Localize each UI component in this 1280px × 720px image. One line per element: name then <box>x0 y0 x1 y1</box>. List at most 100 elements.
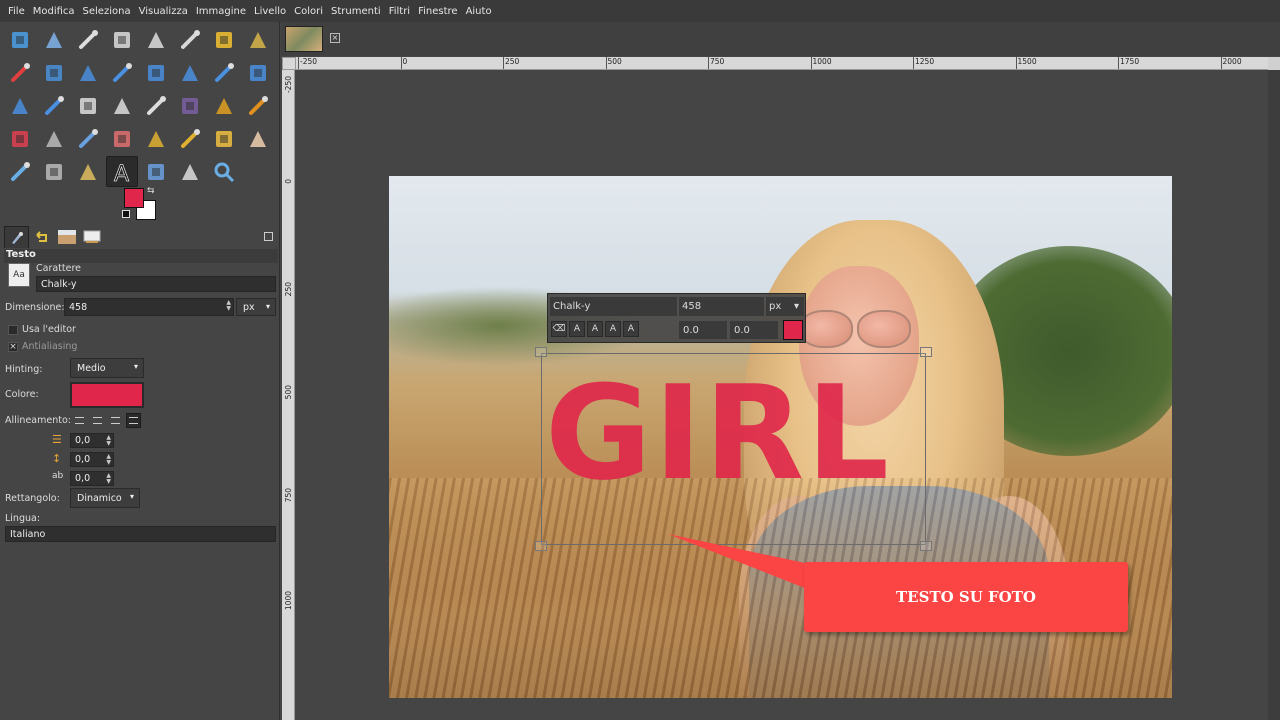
italic-icon[interactable]: A <box>587 321 603 337</box>
resize-handle-top-right[interactable] <box>920 347 932 357</box>
ctb-baseline-field[interactable]: 0.0 <box>679 321 727 339</box>
paint-select-button[interactable] <box>140 90 172 121</box>
perspective-clone-button[interactable] <box>174 123 206 154</box>
foreground-color-swatch[interactable] <box>124 188 144 208</box>
horizontal-ruler[interactable]: -250 0 250 500 750 1000 1250 1500 1750 2000 <box>296 57 1268 70</box>
resize-handle-bottom-left[interactable] <box>535 541 547 551</box>
justify-center-icon[interactable] <box>108 413 123 428</box>
paintbrush-button[interactable] <box>208 90 240 121</box>
menu-item-strumenti[interactable]: Strumenti <box>327 6 385 17</box>
tab-tool-options[interactable] <box>4 226 29 248</box>
line-spacing-field[interactable]: 0,0 ▲ ▼ <box>70 452 114 467</box>
measure-tool-button[interactable] <box>174 156 206 187</box>
pencil-button[interactable] <box>242 90 274 121</box>
rect-select-button[interactable] <box>72 24 104 55</box>
menu-item-filtri[interactable]: Filtri <box>385 6 414 17</box>
color-select-button[interactable] <box>4 57 36 88</box>
ctb-font-field[interactable]: Chalk-y <box>550 297 677 316</box>
menu-item-finestre[interactable]: Finestre <box>414 6 461 17</box>
menu-item-file[interactable]: File <box>4 6 29 17</box>
smudge-tool-button[interactable] <box>242 123 274 154</box>
font-field[interactable]: Chalk-y <box>36 276 276 292</box>
box-mode-dropdown[interactable]: Dinamico ▾ <box>70 488 140 508</box>
line-spacing-spinner-icon[interactable]: ▲ ▼ <box>106 454 111 466</box>
foreground-select-button[interactable] <box>208 24 240 55</box>
free-select-button[interactable] <box>140 24 172 55</box>
rotate-tool-button[interactable] <box>106 57 138 88</box>
antialiasing-checkbox[interactable]: × <box>8 342 18 352</box>
navigate-icon[interactable] <box>1268 57 1280 70</box>
font-preview-icon[interactable]: Aa <box>8 263 30 287</box>
justify-fill-icon[interactable] <box>126 413 141 428</box>
flip-tool-button[interactable] <box>208 57 240 88</box>
close-icon[interactable]: × <box>330 33 340 43</box>
warp-transform-button[interactable] <box>38 90 70 121</box>
color-picker-button[interactable] <box>140 156 172 187</box>
ellipse-select-button[interactable] <box>106 24 138 55</box>
vertical-scrollbar[interactable] <box>1268 70 1280 720</box>
size-spinner-icon[interactable]: ▲ ▼ <box>226 300 231 312</box>
image-tab-thumbnail[interactable] <box>285 26 323 52</box>
text-tool-button[interactable]: A <box>106 156 138 187</box>
dodge-burn-button[interactable] <box>38 156 70 187</box>
scale-tool-button[interactable] <box>140 57 172 88</box>
crop-tool-button[interactable] <box>38 57 70 88</box>
menu-item-livello[interactable]: Livello <box>250 6 290 17</box>
strikethrough-icon[interactable]: A <box>623 321 639 337</box>
ink-tool-button[interactable] <box>38 123 70 154</box>
clone-tool-button[interactable] <box>140 123 172 154</box>
indent-spinner-icon[interactable]: ▲ ▼ <box>106 435 111 447</box>
ctb-kerning-field[interactable]: 0.0 <box>730 321 778 339</box>
cage-transform-button[interactable] <box>4 90 36 121</box>
swap-colors-icon[interactable]: ⇆ <box>147 186 155 196</box>
ctb-size-field[interactable]: 458 <box>679 297 764 316</box>
letter-spacing-spinner-icon[interactable]: ▲ ▼ <box>106 473 111 485</box>
bucket-fill-button[interactable] <box>72 156 104 187</box>
eraser-button[interactable] <box>106 123 138 154</box>
tab-images[interactable] <box>54 226 79 248</box>
paths-tool-button[interactable] <box>106 90 138 121</box>
blur-tool-button[interactable] <box>4 156 36 187</box>
zoom-tool-button[interactable] <box>208 156 240 187</box>
letter-spacing-field[interactable]: 0,0 ▲ ▼ <box>70 471 114 486</box>
unified-transform-button[interactable] <box>72 57 104 88</box>
scissors-select-button[interactable] <box>174 24 206 55</box>
underline-icon[interactable]: A <box>605 321 621 337</box>
quick-mask-toggle[interactable] <box>282 57 296 70</box>
resize-handle-bottom-right[interactable] <box>920 541 932 551</box>
ctb-unit-dropdown[interactable]: px ▾ <box>766 297 804 316</box>
move-tool-button[interactable] <box>4 24 36 55</box>
resize-handle-top-left[interactable] <box>535 347 547 357</box>
menu-item-visualizza[interactable]: Visualizza <box>135 6 192 17</box>
menu-item-seleziona[interactable]: Seleziona <box>79 6 135 17</box>
fuzzy-select-button[interactable] <box>242 24 274 55</box>
ctb-color-button[interactable] <box>783 320 803 340</box>
mypaint-brush-button[interactable] <box>72 123 104 154</box>
airbrush-button[interactable] <box>4 123 36 154</box>
bold-icon[interactable]: A <box>569 321 585 337</box>
justify-right-icon[interactable] <box>90 413 105 428</box>
menu-item-modifica[interactable]: Modifica <box>29 6 79 17</box>
menu-item-aiuto[interactable]: Aiuto <box>462 6 496 17</box>
justify-left-icon[interactable] <box>72 413 87 428</box>
use-editor-checkbox[interactable] <box>8 325 18 335</box>
perspective-tool-button[interactable] <box>242 57 274 88</box>
shear-tool-button[interactable] <box>174 57 206 88</box>
handle-transform-button[interactable] <box>72 90 104 121</box>
indent-field[interactable]: 0,0 ▲ ▼ <box>70 433 114 448</box>
menu-item-colori[interactable]: Colori <box>290 6 327 17</box>
heal-tool-button[interactable] <box>208 123 240 154</box>
language-field[interactable]: Italiano <box>5 526 276 542</box>
tab-undo-history[interactable] <box>29 226 54 248</box>
reset-colors-icon[interactable] <box>122 210 130 218</box>
dock-config-icon[interactable] <box>264 232 273 241</box>
tab-device-status[interactable] <box>79 226 104 248</box>
clear-style-icon[interactable]: ⌫ <box>551 321 567 337</box>
align-tool-button[interactable] <box>38 24 70 55</box>
vertical-ruler[interactable]: -250 0 250 500 750 1000 <box>282 70 295 720</box>
hinting-dropdown[interactable]: Medio ▾ <box>70 358 144 378</box>
size-unit-dropdown[interactable]: px ▾ <box>236 298 276 316</box>
text-dummy-button[interactable] <box>174 90 206 121</box>
text-box-frame[interactable] <box>535 347 932 551</box>
menu-item-immagine[interactable]: Immagine <box>192 6 250 17</box>
